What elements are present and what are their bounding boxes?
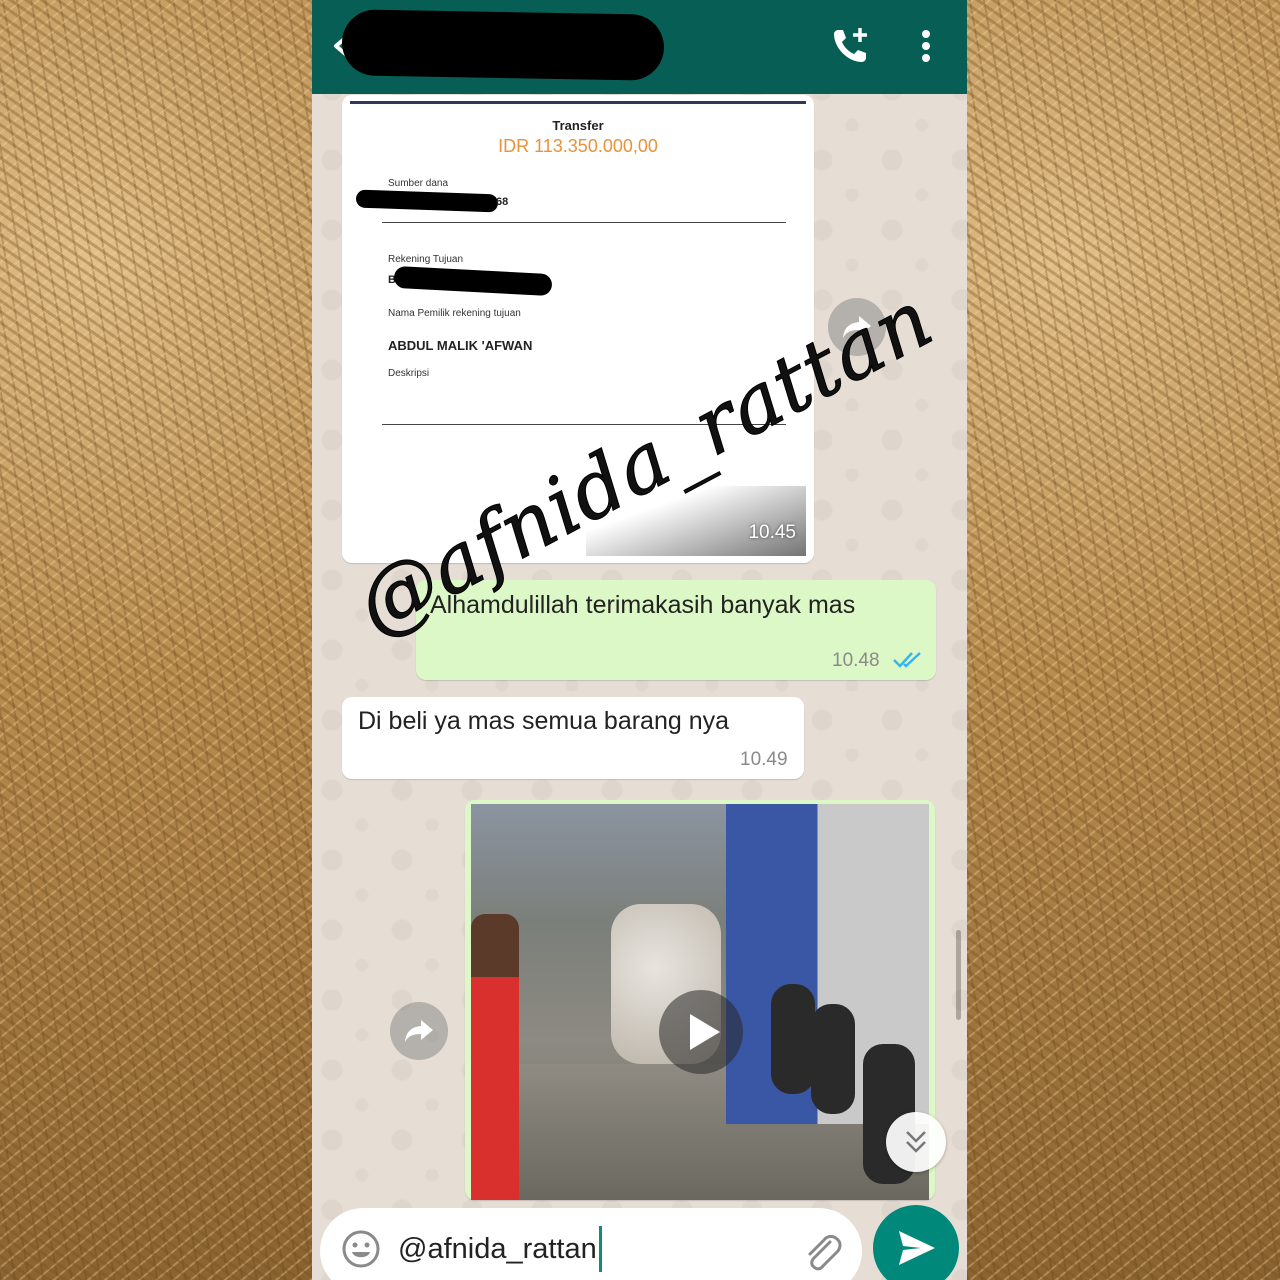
message-text: Alhamdulillah terimakasih banyak mas [430, 591, 856, 619]
message-input-text[interactable]: @afnida_rattan [398, 1226, 602, 1272]
image-message-receipt[interactable]: Transfer IDR 113.350.000,00 Sumber dana … [342, 95, 814, 563]
forward-button[interactable] [390, 1002, 448, 1060]
outgoing-message[interactable]: Alhamdulillah terimakasih banyak mas 10.… [416, 580, 936, 680]
owner-name: ABDUL MALIK 'AFWAN [388, 338, 533, 353]
receipt-amount: IDR 113.350.000,00 [498, 136, 658, 156]
scroll-to-bottom-button[interactable] [886, 1112, 946, 1172]
source-label: Sumber dana [388, 178, 449, 189]
background-left [0, 0, 312, 1280]
description-label: Deskripsi [388, 368, 430, 379]
background-right [967, 0, 1280, 1280]
message-time: 10.49 [740, 749, 788, 770]
add-call-icon[interactable] [830, 24, 872, 66]
time-overlay-shade [586, 486, 806, 556]
forward-button[interactable] [828, 298, 886, 356]
send-icon [899, 1231, 935, 1265]
message-time: 10.48 [832, 650, 880, 671]
video-thumbnail [471, 804, 929, 1200]
message-time: 10.45 [748, 522, 796, 543]
source-account-redacted [355, 189, 499, 213]
thumbnail-wheel [811, 1004, 855, 1114]
thumbnail-person [471, 914, 519, 1200]
forward-icon [843, 316, 871, 338]
message-text: Di beli ya mas semua barang nya [358, 707, 730, 735]
chat-screen: Transfer IDR 113.350.000,00 Sumber dana … [312, 0, 967, 1280]
play-button[interactable] [659, 990, 743, 1074]
transfer-receipt: Transfer IDR 113.350.000,00 Sumber dana … [350, 101, 806, 556]
thumbnail-wheel [771, 984, 815, 1094]
paperclip-icon[interactable] [800, 1228, 844, 1272]
emoji-icon[interactable] [340, 1228, 382, 1270]
source-account-suffix: 68 [496, 196, 509, 208]
more-vert-icon[interactable] [914, 26, 938, 66]
dest-label: Rekening Tujuan [388, 254, 464, 265]
receipt-title: Transfer [552, 118, 604, 133]
read-ticks-icon [893, 652, 921, 668]
contact-name-redacted[interactable] [341, 9, 665, 81]
divider [382, 222, 786, 223]
dest-account-redacted [393, 265, 553, 297]
message-input[interactable]: @afnida_rattan [320, 1208, 862, 1280]
scrollbar[interactable] [956, 930, 961, 1020]
divider [382, 424, 786, 425]
owner-label: Nama Pemilik rekening tujuan [388, 308, 521, 319]
chat-header [312, 0, 967, 94]
play-icon [690, 1014, 720, 1050]
forward-icon [405, 1020, 433, 1042]
double-chevron-down-icon [906, 1131, 926, 1153]
incoming-message[interactable]: Di beli ya mas semua barang nya 10.49 [342, 697, 804, 779]
video-message[interactable] [465, 800, 935, 1200]
